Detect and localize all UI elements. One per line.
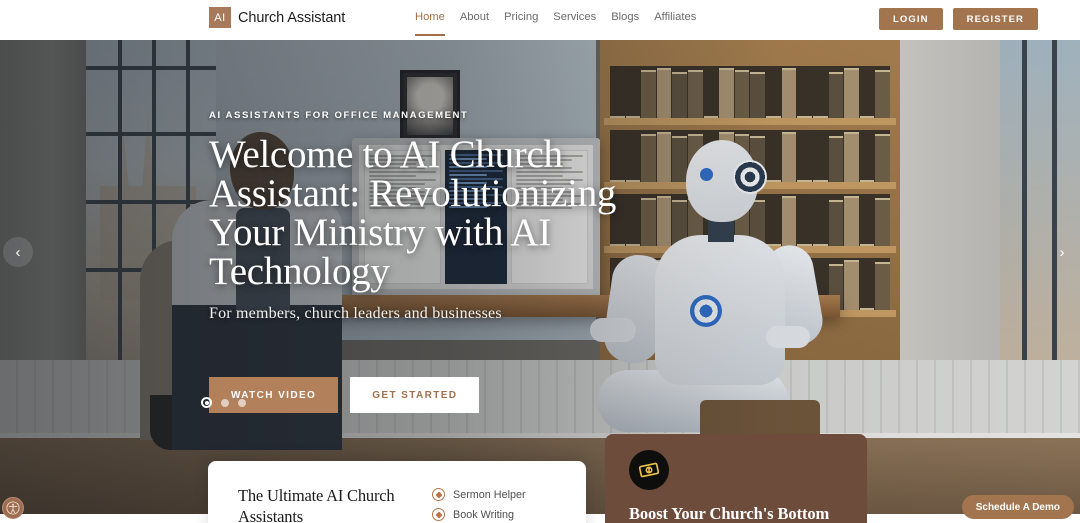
check-circle-icon xyxy=(432,508,445,521)
nav-item-about[interactable]: About xyxy=(460,11,489,26)
hero-cta-group: WATCH VIDEO GET STARTED xyxy=(209,377,480,413)
carousel-dot-3[interactable] xyxy=(238,398,246,407)
main-navigation: Home About Pricing Services Blogs Affili… xyxy=(415,11,696,36)
hero-headline: Welcome to AI Church Assistant: Revoluti… xyxy=(209,133,617,293)
nav-item-blogs[interactable]: Blogs xyxy=(611,11,639,26)
nav-item-home[interactable]: Home xyxy=(415,11,445,36)
list-item[interactable]: Book Writing xyxy=(432,508,526,521)
hero-text-block: AI ASSISTANTS FOR OFFICE MANAGEMENT Welc… xyxy=(209,110,629,323)
brand-name: Church Assistant xyxy=(238,9,346,26)
feature-label: Sermon Helper xyxy=(453,488,526,501)
page-root: AI Church Assistant Home About Pricing S… xyxy=(0,0,1080,523)
check-circle-icon xyxy=(432,488,445,501)
nav-item-services[interactable]: Services xyxy=(553,11,596,26)
brand-logo[interactable]: AI Church Assistant xyxy=(209,7,345,28)
nav-item-pricing[interactable]: Pricing xyxy=(504,11,538,26)
site-header: AI Church Assistant Home About Pricing S… xyxy=(0,0,1080,40)
money-bill-icon xyxy=(629,450,669,490)
carousel-dot-1[interactable] xyxy=(201,397,212,408)
carousel-dot-2[interactable] xyxy=(221,398,229,407)
login-button[interactable]: LOGIN xyxy=(879,8,943,30)
logo-badge: AI xyxy=(209,7,231,28)
feature-label: Book Writing xyxy=(453,508,515,521)
hero-carousel: AI ASSISTANTS FOR OFFICE MANAGEMENT Welc… xyxy=(0,40,1080,514)
get-started-button[interactable]: GET STARTED xyxy=(350,377,480,413)
auth-buttons: LOGIN REGISTER xyxy=(879,8,1038,30)
accessibility-icon[interactable] xyxy=(2,497,24,519)
carousel-dots xyxy=(201,397,246,408)
register-button[interactable]: REGISTER xyxy=(952,8,1038,30)
hero-subtitle: For members, church leaders and business… xyxy=(209,305,502,322)
boost-revenue-card: Boost Your Church's Bottom xyxy=(605,434,867,523)
list-item[interactable]: Sermon Helper xyxy=(432,488,526,501)
nav-item-affiliates[interactable]: Affiliates xyxy=(654,11,696,26)
carousel-prev-arrow-icon[interactable]: ‹ xyxy=(3,237,33,267)
hero-eyebrow: AI ASSISTANTS FOR OFFICE MANAGEMENT xyxy=(209,110,469,121)
feature-list: Sermon Helper Book Writing xyxy=(432,485,526,523)
ultimate-assistants-card: The Ultimate AI Church Assistants Sermon… xyxy=(208,461,586,523)
schedule-demo-button[interactable]: Schedule A Demo xyxy=(961,495,1074,519)
card-title: The Ultimate AI Church Assistants xyxy=(238,486,395,523)
card-title: Boost Your Church's Bottom xyxy=(629,504,830,523)
carousel-next-arrow-icon[interactable]: › xyxy=(1047,237,1077,267)
